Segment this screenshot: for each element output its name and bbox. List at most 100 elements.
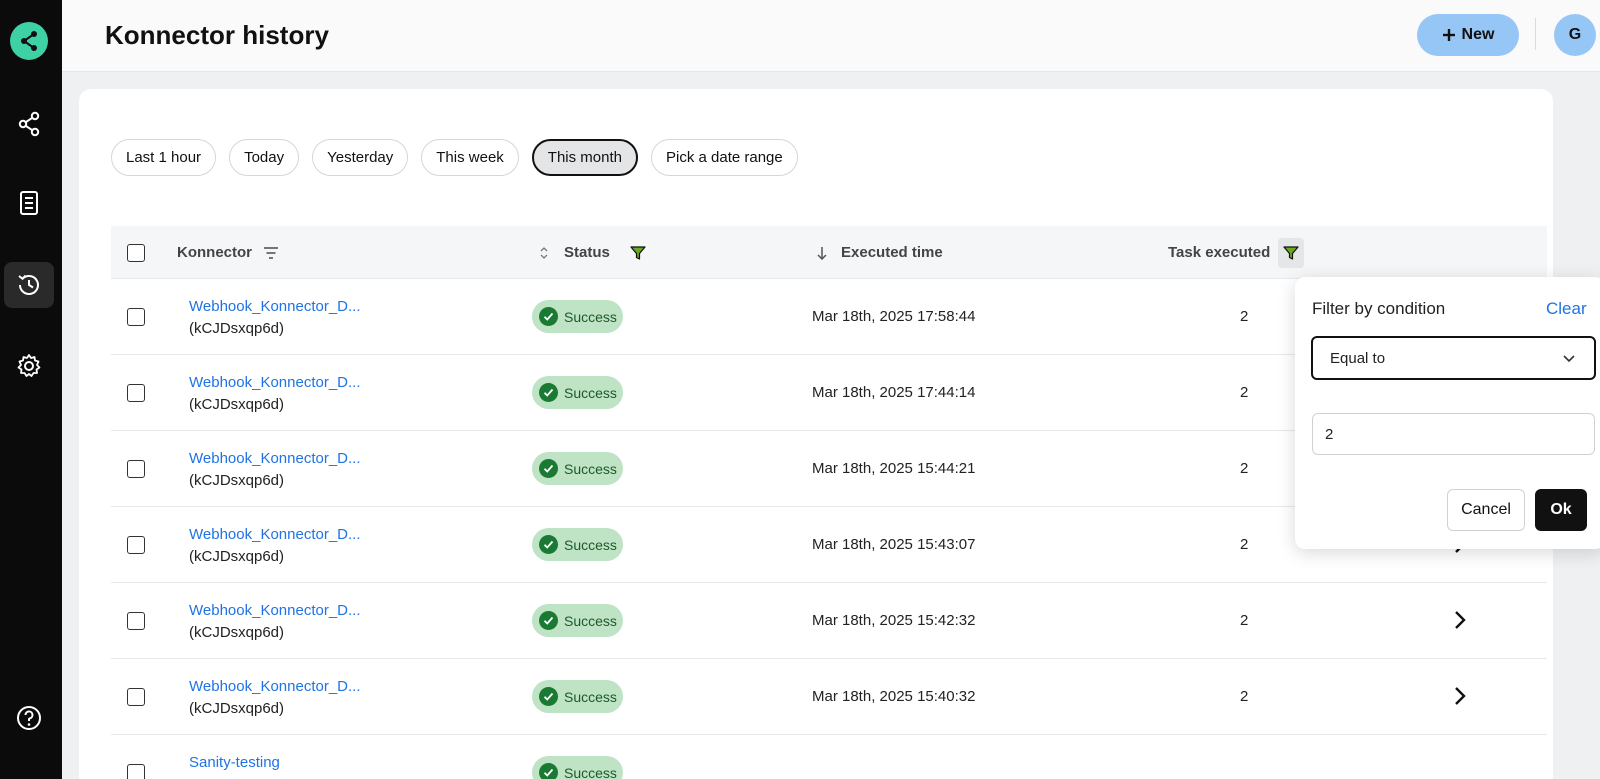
konnector-id: (kCJDsxqp6d) xyxy=(189,396,285,413)
chip-yesterday[interactable]: Yesterday xyxy=(312,139,409,176)
chip-this-week[interactable]: This week xyxy=(421,139,519,176)
konnector-id: (kCJDsxqp6d) xyxy=(189,548,285,565)
row-checkbox[interactable] xyxy=(127,764,145,779)
arrow-down-icon[interactable] xyxy=(817,246,827,260)
row-checkbox[interactable] xyxy=(127,688,145,706)
date-filter-chips: Last 1 hour Today Yesterday This week Th… xyxy=(111,139,798,176)
gear-icon xyxy=(17,354,41,377)
konnector-name-link[interactable]: Webhook_Konnector_D... xyxy=(189,374,361,391)
task-count: 2 xyxy=(1240,384,1249,401)
status-badge: Success xyxy=(532,452,623,485)
status-label: Success xyxy=(564,764,617,779)
document-icon xyxy=(20,191,38,215)
task-count: 2 xyxy=(1240,612,1249,629)
status-label: Success xyxy=(564,460,617,477)
row-checkbox[interactable] xyxy=(127,612,145,630)
executed-time: Mar 18th, 2025 17:58:44 xyxy=(812,308,976,325)
task-count: 2 xyxy=(1240,460,1249,477)
filter-funnel-icon[interactable] xyxy=(630,245,646,261)
top-header: Konnector history New G xyxy=(62,0,1600,72)
status-badge: Success xyxy=(532,300,623,333)
header-divider xyxy=(1535,18,1536,50)
chip-today[interactable]: Today xyxy=(229,139,300,176)
check-circle-icon xyxy=(539,459,558,478)
task-count: 2 xyxy=(1240,688,1249,705)
status-badge: Success xyxy=(532,680,623,713)
filter-value-input[interactable] xyxy=(1312,413,1595,455)
konnector-name-link[interactable]: Webhook_Konnector_D... xyxy=(189,602,361,619)
ok-button[interactable]: Ok xyxy=(1535,489,1587,531)
status-label: Success xyxy=(564,536,617,553)
col-status-label: Status xyxy=(564,244,610,261)
sidebar-item-konnectors[interactable] xyxy=(4,101,54,147)
row-checkbox[interactable] xyxy=(127,460,145,478)
filter-popover: Filter by condition Clear Equal to Cance… xyxy=(1295,277,1600,549)
chevron-right-icon[interactable] xyxy=(1452,609,1468,631)
table-row[interactable]: Webhook_Konnector_D... (kCJDsxqp6d) Succ… xyxy=(111,659,1547,735)
chevron-down-icon xyxy=(1563,355,1575,363)
sidebar xyxy=(0,0,62,779)
sort-updown-icon[interactable] xyxy=(540,246,548,259)
check-circle-icon xyxy=(539,611,558,630)
select-all-checkbox[interactable] xyxy=(127,226,145,279)
chip-last-1-hour[interactable]: Last 1 hour xyxy=(111,139,217,176)
executed-time: Mar 18th, 2025 15:42:32 xyxy=(812,612,976,629)
cancel-button[interactable]: Cancel xyxy=(1447,489,1525,531)
row-checkbox[interactable] xyxy=(127,536,145,554)
history-icon xyxy=(18,274,39,295)
check-circle-icon xyxy=(539,383,558,402)
check-circle-icon xyxy=(539,687,558,706)
konnector-name-link[interactable]: Webhook_Konnector_D... xyxy=(189,298,361,315)
check-circle-icon xyxy=(539,535,558,554)
avatar[interactable]: G xyxy=(1554,14,1596,56)
col-konnector-label: Konnector xyxy=(177,244,252,261)
chevron-right-icon[interactable] xyxy=(1452,685,1468,707)
konnector-name-link[interactable]: Sanity-testing xyxy=(189,754,280,771)
table-row[interactable]: Webhook_Konnector_D... (kCJDsxqp6d) Succ… xyxy=(111,583,1547,659)
konnector-id: (kCJDsxqp6d) xyxy=(189,700,285,717)
konnector-name-link[interactable]: Webhook_Konnector_D... xyxy=(189,450,361,467)
status-label: Success xyxy=(564,688,617,705)
status-badge: Success xyxy=(532,756,623,779)
plus-icon xyxy=(1442,29,1455,41)
clear-filter-link[interactable]: Clear xyxy=(1546,299,1587,319)
share-nodes-icon xyxy=(21,31,37,51)
col-task-executed: Task executed xyxy=(1168,226,1305,279)
row-checkbox[interactable] xyxy=(127,308,145,326)
status-badge: Success xyxy=(532,376,623,409)
col-task-executed-label: Task executed xyxy=(1168,244,1271,261)
executed-time: Mar 18th, 2025 15:44:21 xyxy=(812,460,976,477)
chip-pick-date-range[interactable]: Pick a date range xyxy=(651,139,798,176)
executed-time: Mar 18th, 2025 15:43:07 xyxy=(812,536,976,553)
new-button-label: New xyxy=(1461,26,1495,43)
filter-funnel-icon xyxy=(1283,245,1299,260)
status-label: Success xyxy=(564,612,617,629)
help-circle-icon xyxy=(17,706,41,730)
page-title: Konnector history xyxy=(105,20,329,50)
check-circle-icon xyxy=(539,763,558,779)
konnector-id: (kCJDsxqp6d) xyxy=(189,624,285,641)
status-label: Success xyxy=(564,308,617,325)
sort-lines-icon[interactable] xyxy=(264,246,278,259)
task-filter-button[interactable] xyxy=(1278,237,1305,268)
col-executed-time-label: Executed time xyxy=(841,244,943,261)
status-label: Success xyxy=(564,384,617,401)
app-logo[interactable] xyxy=(10,22,48,60)
konnector-name-link[interactable]: Webhook_Konnector_D... xyxy=(189,526,361,543)
konnector-id: (kCJDsxqp6d) xyxy=(189,472,285,489)
chip-this-month[interactable]: This month xyxy=(531,139,638,176)
executed-time: Mar 18th, 2025 17:44:14 xyxy=(812,384,976,401)
sidebar-item-settings[interactable] xyxy=(4,343,54,389)
table-row[interactable]: Sanity-testing Success xyxy=(111,735,1547,779)
col-status: Status xyxy=(540,226,646,279)
new-button[interactable]: New xyxy=(1417,14,1519,56)
konnector-name-link[interactable]: Webhook_Konnector_D... xyxy=(189,678,361,695)
condition-select[interactable]: Equal to xyxy=(1311,336,1596,380)
sidebar-item-help[interactable] xyxy=(4,695,54,741)
row-checkbox[interactable] xyxy=(127,384,145,402)
status-badge: Success xyxy=(532,604,623,637)
task-count: 2 xyxy=(1240,308,1249,325)
sidebar-item-templates[interactable] xyxy=(4,180,54,226)
konnector-id: (kCJDsxqp6d) xyxy=(189,320,285,337)
sidebar-item-history[interactable] xyxy=(4,262,54,308)
